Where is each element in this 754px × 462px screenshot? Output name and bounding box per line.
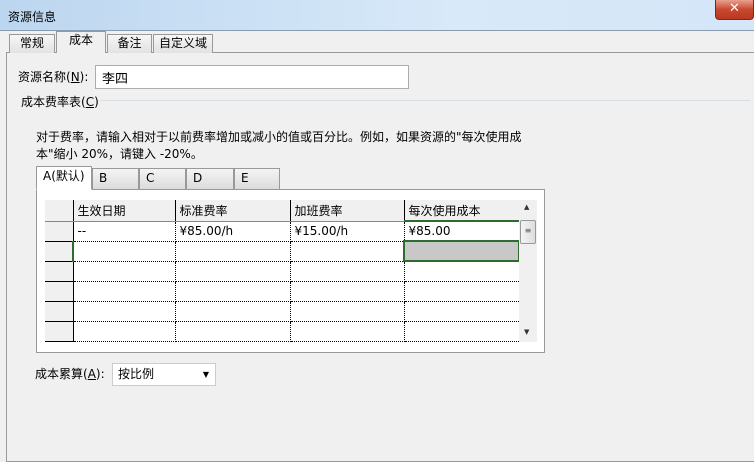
table-cell[interactable] (404, 281, 519, 302)
table-cell[interactable] (73, 321, 176, 342)
column-header[interactable]: 生效日期 (73, 200, 176, 222)
separator (100, 100, 750, 101)
table-row: -- ¥85.00/h ¥15.00/h ¥85.00 (45, 221, 519, 242)
scroll-down-icon[interactable]: ▼ (524, 328, 529, 336)
tab-custom-fields[interactable]: 自定义域 (153, 34, 213, 53)
instructions-line2: 本"缩小 20%，请键入 -20%。 (36, 147, 203, 161)
close-button[interactable]: ✕ (715, 0, 754, 20)
rate-tab-b[interactable]: B (92, 168, 139, 189)
table-cell[interactable] (290, 241, 405, 262)
cost-accrual-label: 成本累算(A): (35, 367, 105, 381)
table-cell[interactable] (404, 261, 519, 282)
rate-tab-e[interactable]: E (234, 168, 280, 189)
table-row (45, 321, 519, 342)
corner-cell (45, 200, 74, 222)
rate-tab-a[interactable]: A(默认) (36, 166, 92, 190)
table-cell[interactable] (290, 281, 405, 302)
cost-accrual-value: 按比例 (118, 367, 155, 381)
table-row (45, 281, 519, 302)
table-cell[interactable] (73, 301, 176, 322)
row-header[interactable] (45, 281, 74, 302)
rate-tab-c[interactable]: C (139, 168, 186, 189)
table-cell[interactable] (175, 261, 291, 282)
row-header[interactable] (45, 221, 74, 242)
table-header-row: 生效日期 标准费率 加班费率 每次使用成本 (45, 200, 519, 222)
row-header[interactable] (45, 241, 74, 262)
chevron-down-icon: ▼ (202, 370, 209, 379)
table-cell[interactable] (404, 321, 519, 342)
table-cell[interactable] (175, 241, 291, 262)
selected-cell[interactable] (403, 240, 520, 262)
table-cell[interactable]: ¥15.00/h (290, 221, 405, 242)
tab-notes[interactable]: 备注 (107, 34, 152, 53)
row-header[interactable] (45, 321, 74, 342)
table-cell[interactable] (175, 301, 291, 322)
resource-name-input[interactable] (95, 65, 409, 89)
column-header[interactable]: 标准费率 (175, 200, 291, 222)
cost-accrual-select[interactable]: 按比例 ▼ (112, 363, 216, 386)
table-row (45, 301, 519, 322)
table-cell[interactable] (290, 321, 405, 342)
scroll-up-icon[interactable]: ▲ (524, 203, 529, 211)
title-bar (0, 0, 754, 31)
rate-tab-d[interactable]: D (186, 168, 234, 189)
column-header[interactable]: 加班费率 (290, 200, 405, 222)
row-header[interactable] (45, 301, 74, 322)
table-cell[interactable]: ¥85.00/h (175, 221, 291, 242)
table-cell[interactable] (175, 321, 291, 342)
tab-general[interactable]: 常规 (9, 34, 55, 53)
table-cell[interactable] (73, 281, 176, 302)
table-cell[interactable] (175, 281, 291, 302)
resource-name-label: 资源名称(N): (18, 70, 89, 84)
row-header[interactable] (45, 261, 74, 282)
cost-table-label: 成本费率表(C) (21, 95, 99, 109)
table-cell[interactable] (290, 301, 405, 322)
table-cell[interactable] (73, 241, 176, 262)
table-row (45, 240, 520, 262)
table-cell[interactable] (404, 301, 519, 322)
table-cell[interactable] (290, 261, 405, 282)
tab-cost[interactable]: 成本 (56, 31, 106, 53)
window-title: 资源信息 (8, 10, 57, 24)
scroll-thumb[interactable]: ≡ (520, 220, 536, 244)
rate-table: 生效日期 标准费率 加班费率 每次使用成本 -- ¥85.00/h ¥15.00/h… (45, 200, 520, 342)
table-row (45, 261, 519, 282)
vertical-scrollbar[interactable]: ▲ ≡ ▼ (519, 200, 537, 342)
instructions-line1: 对于费率，请输入相对于以前费率增加或减小的值或百分比。例如，如果资源的"每次使用… (36, 130, 522, 144)
table-cell[interactable]: ¥85.00 (404, 221, 519, 242)
column-header[interactable]: 每次使用成本 (404, 200, 519, 222)
table-cell[interactable]: -- (73, 221, 176, 242)
table-cell[interactable] (73, 261, 176, 282)
